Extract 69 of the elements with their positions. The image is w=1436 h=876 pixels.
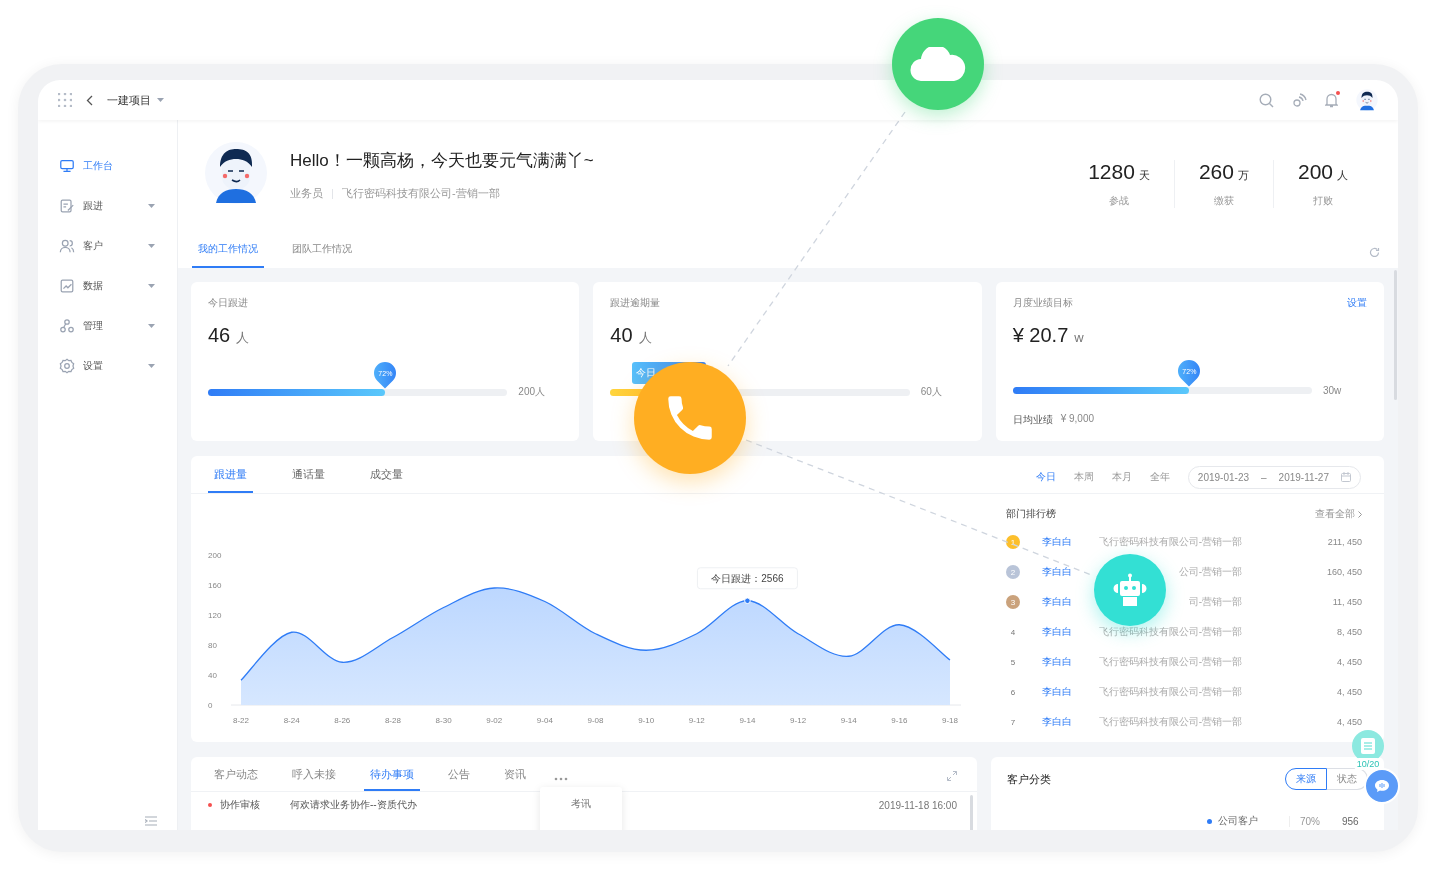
stat-label: 打败 <box>1312 194 1333 208</box>
x-tick-label: 9-04 <box>536 716 553 725</box>
chart-tooltip: 今日跟进：2566 <box>696 567 798 590</box>
legend-share: 70% <box>1289 815 1336 827</box>
card-title: 今日跟进 <box>208 296 248 310</box>
company-text: 飞行密码科技有限公司-营销一部 <box>342 186 500 201</box>
rank-value: 160, 450 <box>1326 567 1362 577</box>
rank-value: 4, 450 <box>1336 717 1362 727</box>
y-tick-label: 160 <box>208 581 222 590</box>
x-tick-label: 9-16 <box>891 716 908 725</box>
card-unit: 人 <box>236 329 250 347</box>
x-tick-label: 9-18 <box>942 716 958 725</box>
stat-unit: 万 <box>1237 168 1249 183</box>
x-tick-label: 8-28 <box>384 716 401 725</box>
rank-value: 211, 450 <box>1327 537 1362 547</box>
card-title: 跟进逾期量 <box>610 296 661 310</box>
card-title: 月度业绩目标 <box>1012 296 1073 310</box>
x-tick-label: 9-14 <box>840 716 857 725</box>
todo-time: 2019-11-18 16:00 <box>878 799 957 811</box>
card-unit: 人 <box>638 329 652 347</box>
greeting-text: Hello！一颗高杨，今天也要元气满满丫~ <box>290 150 594 172</box>
card-value: 40 <box>610 324 633 347</box>
stat-unit: 人 <box>1337 168 1348 183</box>
todo-type: 协作审核 <box>220 798 261 812</box>
rank-value: 4, 450 <box>1336 657 1362 667</box>
x-tick-label: 8-26 <box>334 716 351 725</box>
rank-badge: 2 <box>1006 565 1020 579</box>
rank-value: 8, 450 <box>1336 627 1362 637</box>
rank-value: 11, 450 <box>1332 597 1362 607</box>
target-value: 200人 <box>518 385 546 399</box>
legend-label: 公司客户 <box>1218 814 1258 828</box>
y-tick-label: 120 <box>208 611 222 620</box>
card-value: ¥ 20.7 <box>1012 324 1069 347</box>
footer-value: ¥ 9,000 <box>1060 413 1095 426</box>
footer-label: 日均业绩 <box>1012 413 1053 427</box>
stat-value: 200 <box>1297 160 1333 184</box>
rank-number: 6 <box>1009 686 1017 699</box>
rank-value: 4, 450 <box>1336 687 1362 697</box>
stat-unit: 天 <box>1138 168 1150 183</box>
role-text: 业务员 <box>290 186 323 201</box>
x-tick-label: 9-12 <box>688 716 705 725</box>
x-tick-label: 9-10 <box>638 716 655 725</box>
card-unit: w <box>1074 330 1084 345</box>
x-tick-label: 9-12 <box>790 716 807 725</box>
card-title: 客户分类 <box>1007 771 1051 787</box>
ranking-title: 部门排行榜 <box>1006 507 1056 521</box>
x-tick-label: 9-14 <box>739 716 756 725</box>
stat-label: 缴获 <box>1213 194 1234 208</box>
x-tick-label: 9-02 <box>486 716 503 725</box>
stat-label: 参战 <box>1109 194 1130 208</box>
target-value: 60人 <box>920 385 943 399</box>
x-tick-label: 8-22 <box>233 716 249 725</box>
annotation: 今日跟进：2566 <box>711 572 784 584</box>
x-tick-label: 9-08 <box>587 716 604 725</box>
y-tick-label: 40 <box>208 671 217 680</box>
x-tick-label: 8-30 <box>435 716 452 725</box>
legend-count: 956 <box>1342 815 1359 827</box>
rank-number: 4 <box>1009 626 1017 639</box>
rank-badge: 3 <box>1006 595 1020 609</box>
stat-value: 1280 <box>1088 160 1135 184</box>
rank-number: 5 <box>1009 656 1017 669</box>
x-tick-label: 8-24 <box>283 716 300 725</box>
stat-value: 260 <box>1198 160 1234 184</box>
card-value: 46 <box>208 324 231 347</box>
target-value: 30w <box>1323 385 1343 396</box>
y-tick-label: 80 <box>208 641 217 650</box>
rank-number: 7 <box>1009 716 1017 729</box>
y-tick-label: 200 <box>208 551 222 560</box>
y-tick-label: 0 <box>208 701 213 710</box>
